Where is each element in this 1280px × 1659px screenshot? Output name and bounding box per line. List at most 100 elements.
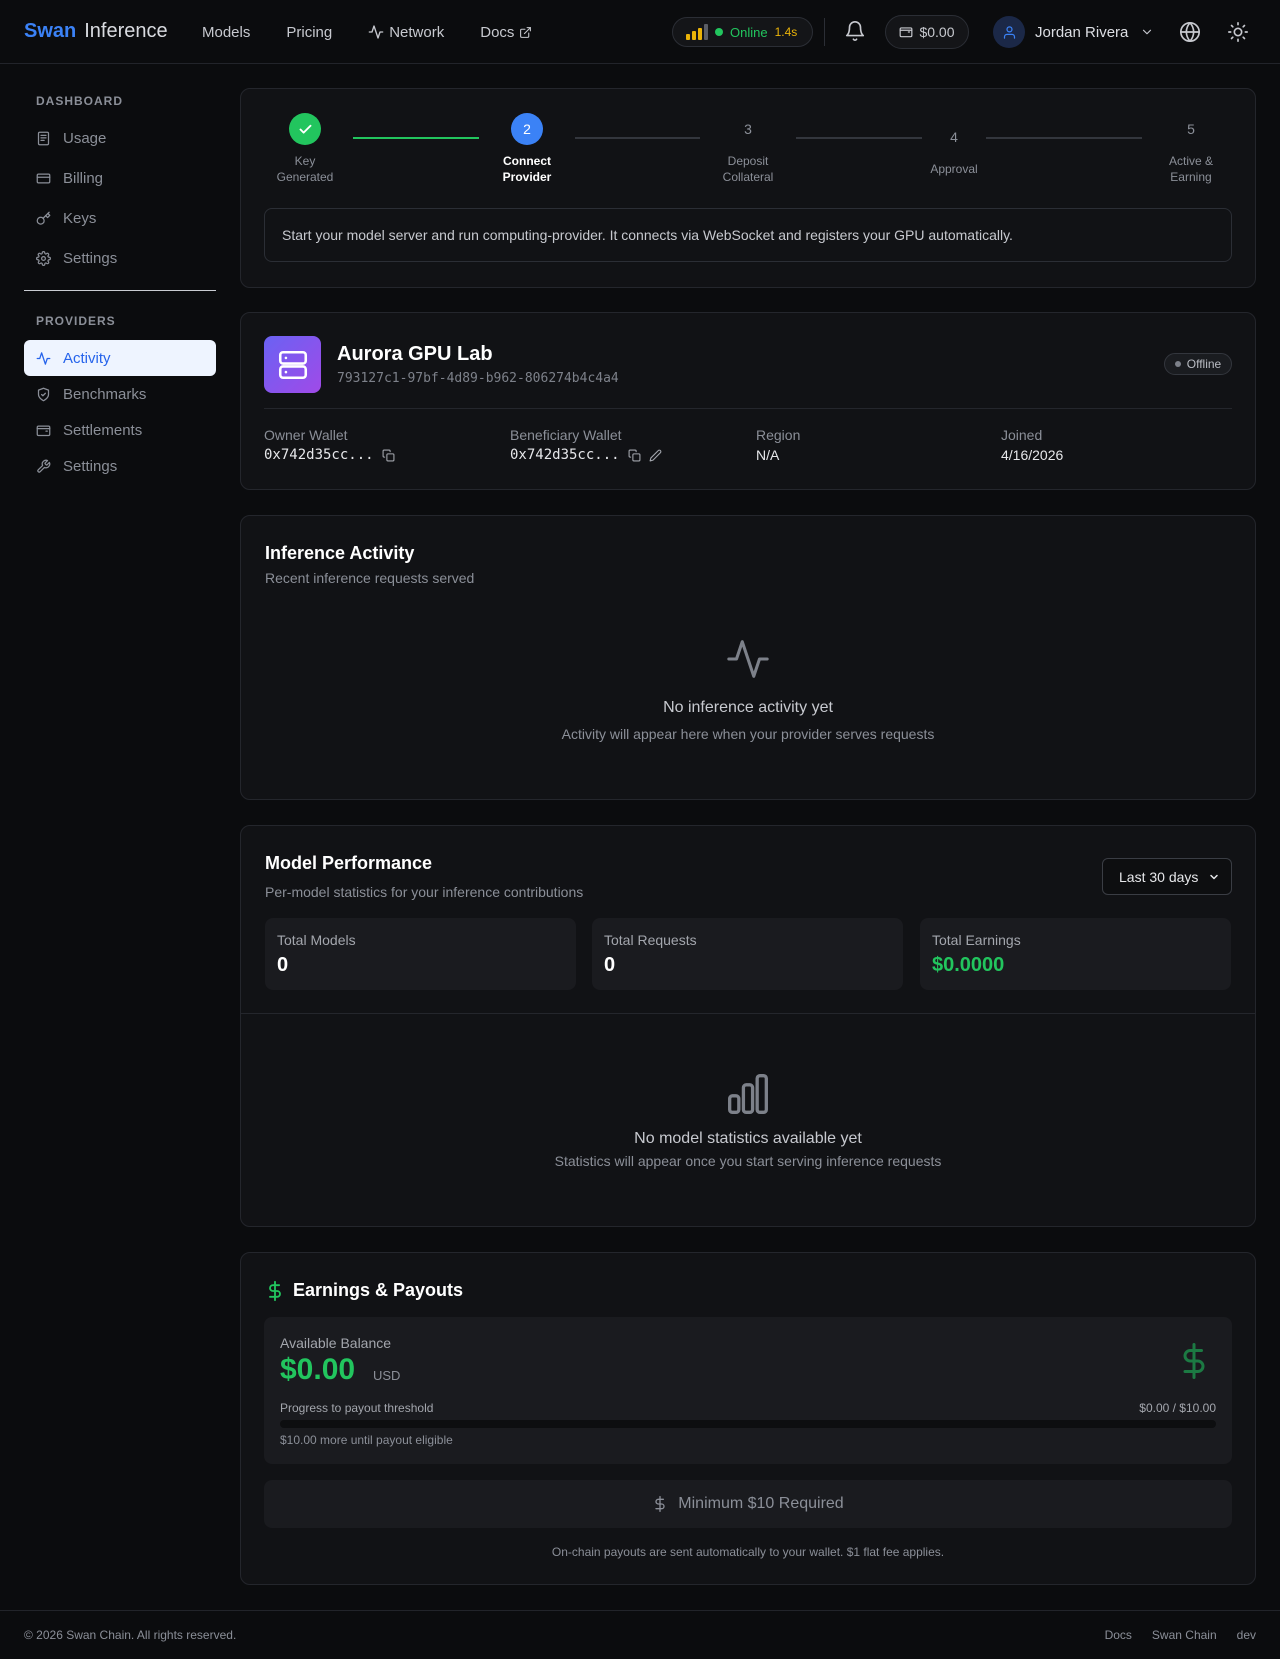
step-3-label: Deposit Collateral — [723, 153, 774, 185]
step-3-number: 3 — [744, 121, 752, 137]
footer-link-docs[interactable]: Docs — [1105, 1628, 1132, 1642]
provider-name: Aurora GPU Lab — [337, 343, 493, 365]
globe-icon[interactable] — [1179, 21, 1201, 43]
online-dot — [715, 28, 723, 36]
step-connector-2 — [575, 137, 700, 139]
main-nav: Models Pricing Network Docs — [202, 0, 532, 64]
step-3-label-line2: Collateral — [722, 170, 774, 184]
activity-title: Inference Activity — [265, 543, 415, 563]
nav-docs[interactable]: Docs — [480, 24, 532, 41]
gear-icon — [36, 250, 51, 266]
step-4-label: Approval — [930, 161, 977, 177]
sidebar-item-label: Benchmarks — [63, 385, 147, 403]
sidebar-item-benchmarks[interactable]: Benchmarks — [24, 376, 216, 412]
activity-subtitle: Recent inference requests served — [265, 570, 475, 586]
user-icon — [1003, 25, 1015, 39]
pencil-icon[interactable] — [649, 449, 662, 462]
sidebar-item-provider-settings[interactable]: Settings — [24, 448, 216, 484]
chevron-down-icon — [1143, 29, 1152, 35]
date-range-select[interactable]: Last 30 days — [1102, 858, 1232, 895]
sidebar-item-billing[interactable]: Billing — [24, 160, 216, 196]
step-info-box: Start your model server and run computin… — [264, 208, 1232, 262]
sidebar-item-activity[interactable]: Activity — [24, 340, 216, 376]
sidebar-item-settlements[interactable]: Settlements — [24, 412, 216, 448]
step-2-label-line1: Connect — [503, 154, 551, 168]
region-label: Region — [756, 427, 801, 443]
sidebar-item-label: Usage — [63, 129, 107, 147]
step-5-label-line2: Earning — [1170, 170, 1212, 184]
performance-empty-title: No model statistics available yet — [634, 1130, 862, 1147]
avatar — [993, 16, 1025, 48]
status-badge: Offline — [1164, 353, 1232, 375]
step-1-circle — [289, 113, 321, 145]
dollar-icon — [655, 1496, 665, 1512]
provider-id: 793127c1-97bf-4d89-b962-806274b4c4a4 — [337, 371, 619, 386]
sidebar-item-label: Activity — [63, 349, 111, 367]
copy-icon[interactable] — [628, 449, 641, 462]
activity-icon — [36, 351, 51, 365]
user-menu[interactable]: Jordan Rivera — [993, 16, 1154, 48]
sidebar-item-label: Billing — [63, 169, 104, 187]
provider-divider — [264, 408, 1232, 409]
performance-title: Model Performance — [265, 853, 433, 873]
beneficiary-wallet-label: Beneficiary Wallet — [510, 427, 622, 443]
server-icon — [278, 350, 307, 379]
step-4-label-line1: Approval — [930, 162, 978, 176]
brand-primary: Swan — [24, 20, 77, 42]
step-1-label-line1: Key — [294, 154, 316, 168]
performance-empty-subtitle: Statistics will appear once you start se… — [554, 1153, 942, 1169]
stat-total-models: Total Models 0 — [265, 918, 576, 990]
external-link-icon — [520, 26, 532, 38]
footer-link-swan-chain[interactable]: Swan Chain — [1152, 1628, 1217, 1642]
sidebar-item-keys[interactable]: Keys — [24, 200, 216, 236]
sidebar-item-label: Settings — [63, 457, 118, 475]
step-connector-4 — [986, 137, 1142, 139]
copy-icon[interactable] — [382, 449, 395, 462]
sidebar-item-settings[interactable]: Settings — [24, 240, 216, 276]
activity-icon — [368, 25, 384, 39]
bell-icon[interactable] — [844, 20, 866, 42]
activity-icon — [727, 640, 769, 678]
balance-currency: USD — [373, 1368, 401, 1383]
step-2-circle: 2 — [511, 113, 543, 145]
signal-bars-icon — [686, 24, 708, 40]
step-5-label: Active & Earning — [1169, 153, 1213, 185]
footer-link-dev[interactable]: dev — [1237, 1628, 1256, 1642]
check-icon — [299, 124, 311, 134]
shield-icon — [37, 387, 50, 401]
network-status-pill[interactable]: Online 1.4s — [672, 17, 813, 47]
joined-label: Joined — [1001, 427, 1043, 443]
step-2-label: Connect Provider — [503, 153, 552, 185]
footer-copyright: © 2026 Swan Chain. All rights reserved. — [24, 1628, 237, 1642]
user-name: Jordan Rivera — [1035, 23, 1129, 41]
performance-subtitle: Per-model statistics for your inference … — [265, 884, 584, 900]
dollar-icon — [269, 1280, 281, 1302]
stat-total-requests: Total Requests 0 — [592, 918, 903, 990]
footer: © 2026 Swan Chain. All rights reserved. … — [0, 1610, 1280, 1659]
status-badge-label: Offline — [1186, 357, 1222, 371]
stat-label: Total Requests — [604, 932, 697, 948]
activity-empty-subtitle: Activity will appear here when your prov… — [561, 726, 935, 742]
step-5-label-line1: Active & — [1168, 154, 1214, 168]
chevron-down-icon — [1210, 874, 1219, 879]
sidebar-divider — [24, 290, 216, 291]
sun-icon[interactable] — [1227, 21, 1249, 43]
request-payout-button[interactable]: Minimum $10 Required — [264, 1480, 1232, 1528]
brand-logo[interactable]: Swan Inference — [24, 20, 168, 43]
wallet-balance-button[interactable]: $0.00 — [885, 15, 969, 49]
nav-pricing[interactable]: Pricing — [286, 24, 332, 41]
wallet-icon — [36, 425, 51, 436]
performance-divider — [240, 1013, 1256, 1014]
beneficiary-wallet-value: 0x742d35cc... — [510, 447, 662, 463]
sidebar-item-label: Settlements — [63, 421, 143, 439]
nav-network-label: Network — [389, 23, 445, 41]
status-label: Online — [730, 24, 768, 40]
sidebar: DASHBOARD Usage Billing Keys Settings PR… — [24, 64, 216, 484]
nav-models[interactable]: Models — [202, 24, 250, 41]
activity-empty-title: No inference activity yet — [663, 699, 833, 716]
progress-note: $10.00 more until payout eligible — [280, 1433, 453, 1447]
stat-label: Total Models — [277, 932, 356, 948]
nav-network[interactable]: Network — [368, 24, 444, 41]
owner-wallet-label: Owner Wallet — [264, 427, 348, 443]
sidebar-item-usage[interactable]: Usage — [24, 120, 216, 156]
